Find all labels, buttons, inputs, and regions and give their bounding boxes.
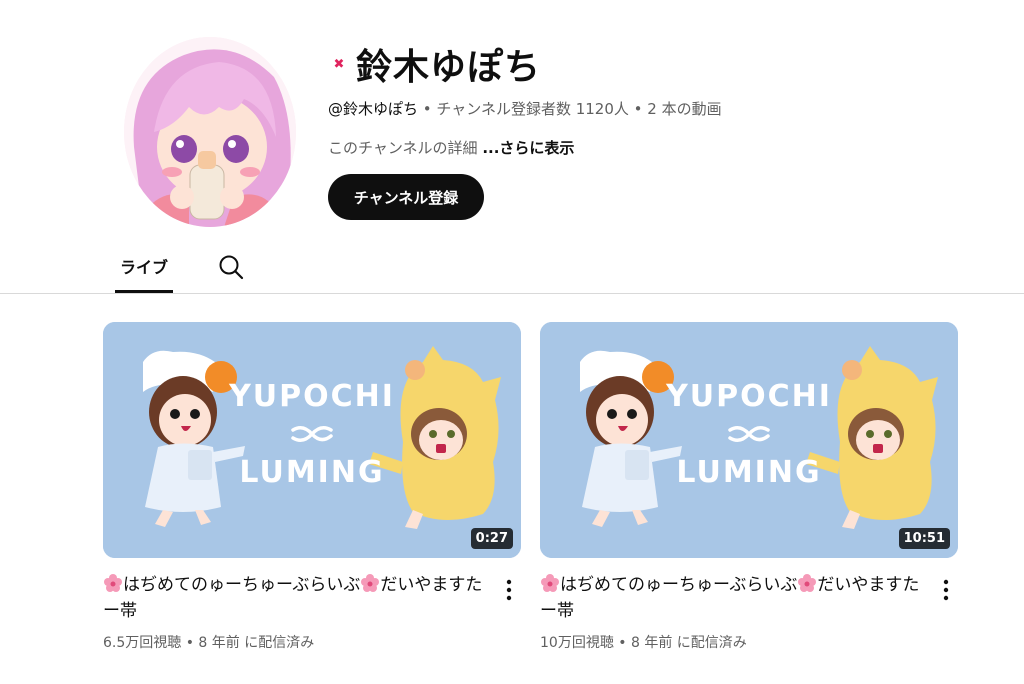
channel-meta: @鈴木ゆぽち • チャンネル登録者数 1120人 • 2 本の動画 bbox=[328, 98, 722, 119]
video-stats: 6.5万回視聴 • 8 年前 に配信済み bbox=[103, 635, 315, 651]
channel-badge-icon: ✖ bbox=[333, 56, 345, 72]
channel-name: 鈴木ゆぽち bbox=[356, 47, 542, 88]
more-vert-icon[interactable] bbox=[938, 578, 954, 602]
video-card[interactable]: YUPOCHI LUMING 10:51 はぢめてのゅーちゅーぶらいぶ だいやます… bbox=[540, 322, 960, 651]
flower-icon bbox=[541, 574, 559, 592]
more-vert-icon[interactable] bbox=[501, 578, 517, 602]
channel-description[interactable]: このチャンネルの詳細 ...さらに表示 bbox=[328, 137, 574, 158]
video-title[interactable]: はぢめてのゅーちゅーぶらいぶ だいやますたー帯 bbox=[103, 572, 483, 624]
thumb-title-line2: LUMING bbox=[676, 455, 821, 490]
video-title[interactable]: はぢめてのゅーちゅーぶらいぶ だいやますたー帯 bbox=[540, 572, 920, 624]
channel-avatar[interactable] bbox=[124, 37, 296, 227]
show-more-link[interactable]: ...さらに表示 bbox=[482, 139, 574, 157]
video-title-text: はぢめてのゅーちゅーぶらいぶ bbox=[560, 575, 798, 595]
flower-icon bbox=[798, 574, 817, 592]
channel-tabs: ライブ bbox=[0, 244, 1024, 294]
video-duration: 10:51 bbox=[898, 528, 950, 549]
channel-handle: @鈴木ゆぽち bbox=[328, 100, 419, 118]
video-thumbnail[interactable]: YUPOCHI LUMING 10:51 bbox=[540, 322, 958, 558]
search-icon[interactable] bbox=[217, 253, 245, 281]
flower-icon bbox=[361, 574, 380, 592]
flower-icon bbox=[104, 574, 122, 592]
channel-description-text: このチャンネルの詳細 bbox=[328, 139, 483, 157]
video-card[interactable]: YUPOCHI LUMING 0:27 はぢめてのゅーちゅーぶらいぶ だいやますた… bbox=[103, 322, 523, 651]
video-title-text: はぢめてのゅーちゅーぶらいぶ bbox=[123, 575, 361, 595]
thumb-title-line2: LUMING bbox=[239, 455, 384, 490]
video-duration: 0:27 bbox=[470, 528, 513, 549]
thumb-title-line1: YUPOCHI bbox=[228, 379, 395, 414]
channel-name-row: ✖ 鈴木ゆぽち bbox=[332, 38, 541, 90]
subscribe-button[interactable]: チャンネル登録 bbox=[328, 174, 484, 220]
tab-live[interactable]: ライブ bbox=[115, 244, 173, 293]
thumb-title-line1: YUPOCHI bbox=[665, 379, 832, 414]
video-stats: 10万回視聴 • 8 年前 に配信済み bbox=[540, 635, 747, 651]
video-thumbnail[interactable]: YUPOCHI LUMING 0:27 bbox=[103, 322, 521, 558]
channel-stats: • チャンネル登録者数 1120人 • 2 本の動画 bbox=[418, 100, 722, 118]
